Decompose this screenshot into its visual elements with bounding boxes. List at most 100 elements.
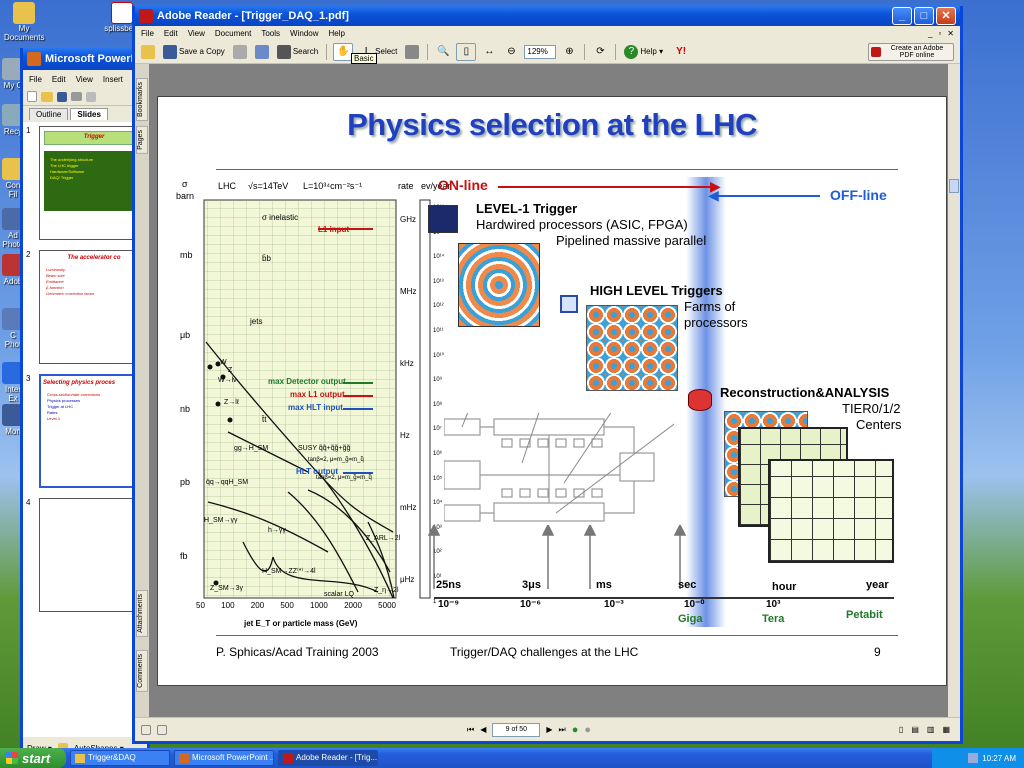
slide-thumbnail[interactable]: 2 The accelerator co Luminosity Beam siz… xyxy=(26,250,149,368)
ev-tick: 10¹² xyxy=(433,303,444,310)
previous-page-button[interactable]: ◀ xyxy=(480,725,486,734)
menu-window[interactable]: Window xyxy=(290,29,318,38)
tab-slides[interactable]: Slides xyxy=(70,108,108,120)
offline-label: OFF-line xyxy=(830,187,887,203)
minimize-button[interactable]: _ xyxy=(892,7,912,25)
zoom-in-button[interactable]: ⊕ xyxy=(560,44,578,60)
level1-line2: Pipelined massive parallel xyxy=(556,233,707,248)
page-size-icon[interactable] xyxy=(157,724,167,735)
email-button[interactable] xyxy=(253,44,271,60)
tab-bookmarks[interactable]: Bookmarks xyxy=(136,78,148,122)
yahoo-button[interactable]: Y! xyxy=(669,44,693,60)
menu-file[interactable]: File xyxy=(141,29,154,38)
menu-view[interactable]: View xyxy=(76,75,93,84)
scrollbar-thumb[interactable] xyxy=(949,179,959,193)
zoom-in-icon: 🔍 xyxy=(437,45,450,57)
level1-line1: Hardwired processors (ASIC, FPGA) xyxy=(476,217,688,232)
print-button[interactable] xyxy=(231,44,249,60)
sigma-axis-symbol: σ xyxy=(182,179,188,189)
maximize-button[interactable]: □ xyxy=(914,7,934,25)
footer-rule xyxy=(216,635,898,636)
snapshot-button[interactable] xyxy=(403,44,421,60)
next-page-button[interactable]: ▶ xyxy=(546,725,552,734)
doc-close-icon[interactable]: ✕ xyxy=(947,29,954,38)
layout-icon[interactable] xyxy=(141,724,151,735)
continuous-view-button[interactable]: ▤ xyxy=(911,725,919,734)
rotate-icon: ⟳ xyxy=(596,45,605,57)
tab-attachments[interactable]: Attachments xyxy=(136,590,148,637)
doc-minimize-icon[interactable]: _ xyxy=(928,29,932,38)
tab-comments[interactable]: Comments xyxy=(136,650,148,692)
open-button[interactable] xyxy=(139,44,157,60)
print-icon[interactable] xyxy=(71,92,82,101)
time-axis-line xyxy=(434,597,894,599)
slide-thumbnail[interactable]: 4 xyxy=(26,498,149,616)
footer-talk-title: Trigger/DAQ challenges at the LHC xyxy=(450,645,639,659)
search-button[interactable]: Search xyxy=(275,44,320,60)
powerpoint-menubar: File Edit View Insert xyxy=(23,70,147,88)
time-label-year: year xyxy=(866,579,889,591)
desktop-icon-my-documents[interactable]: My Documents xyxy=(4,2,44,42)
menu-document[interactable]: Document xyxy=(215,29,251,38)
taskbar-item-adobe-reader[interactable]: Adobe Reader - [Trig... xyxy=(278,750,378,766)
close-button[interactable]: ✕ xyxy=(936,7,956,25)
desktop-icon-label: My Documents xyxy=(4,24,45,42)
save-icon[interactable] xyxy=(57,91,67,102)
zoom-out-button[interactable]: ⊖ xyxy=(502,44,520,60)
menu-tools[interactable]: Tools xyxy=(261,29,280,38)
vertical-scrollbar[interactable] xyxy=(948,64,960,717)
level1-detector-image xyxy=(458,243,540,327)
slide-line: DAQ/ Trigger xyxy=(50,175,74,180)
taskbar-item-powerpoint[interactable]: Microsoft PowerPoint ... xyxy=(174,750,274,766)
network-icon[interactable] xyxy=(968,753,979,763)
open-icon[interactable] xyxy=(41,91,53,102)
continuous-facing-view-button[interactable]: ▦ xyxy=(942,725,950,734)
menu-file[interactable]: File xyxy=(29,75,42,84)
taskbar-item-folder[interactable]: Trigger&DAQ xyxy=(70,750,170,766)
ev-tick: 10⁷ xyxy=(433,426,442,433)
tab-pages[interactable]: Pages xyxy=(136,126,148,154)
create-pdf-button[interactable]: Create an Adobe PDF online xyxy=(868,42,954,61)
doc-restore-icon[interactable]: ▫ xyxy=(938,29,941,38)
slide-number: 2 xyxy=(26,250,31,259)
actual-size-button[interactable]: ▯ xyxy=(456,42,477,61)
adobe-reader-titlebar[interactable]: Adobe Reader - [Trigger_DAQ_1.pdf] _ □ ✕ xyxy=(135,6,960,26)
save-copy-button[interactable]: Save a Copy xyxy=(161,44,227,60)
menu-view[interactable]: View xyxy=(188,29,205,38)
clock[interactable]: 10:27 AM xyxy=(982,754,1016,763)
first-page-button[interactable]: ⏮ xyxy=(467,725,474,735)
open-folder-icon xyxy=(141,44,155,59)
lhc-label: LHC xyxy=(218,181,237,191)
go-back-button[interactable]: ● xyxy=(572,724,579,736)
help-button[interactable]: ? Help ▾ xyxy=(622,44,665,60)
menu-help[interactable]: Help xyxy=(329,29,345,38)
new-icon[interactable] xyxy=(27,91,37,102)
single-page-view-button[interactable]: ▯ xyxy=(899,725,903,734)
zoom-tool-button[interactable]: 🔍 xyxy=(434,44,452,60)
powerpoint-window[interactable]: Microsoft PowerPoint - [ File Edit View … xyxy=(20,48,150,762)
go-forward-button[interactable]: ● xyxy=(584,724,591,736)
powerpoint-icon xyxy=(27,52,41,66)
zoom-in-circle-icon: ⊕ xyxy=(565,45,574,57)
adobe-reader-window[interactable]: Adobe Reader - [Trigger_DAQ_1.pdf] _ □ ✕… xyxy=(132,6,963,744)
rotate-button[interactable]: ⟳ xyxy=(591,44,609,60)
menu-edit[interactable]: Edit xyxy=(164,29,178,38)
x-tick: 5000 xyxy=(378,601,396,610)
fit-width-button[interactable]: ↔ xyxy=(480,44,498,60)
start-button[interactable]: start xyxy=(0,748,66,768)
zoom-level-field[interactable]: 129% xyxy=(524,44,557,59)
powerpoint-titlebar[interactable]: Microsoft PowerPoint - [ xyxy=(23,48,147,70)
preview-icon[interactable] xyxy=(86,91,96,102)
slide-thumbnail[interactable]: 3 Selecting physics proces Cross-section… xyxy=(26,374,149,492)
process-label: Z_η→2l xyxy=(374,587,399,594)
slide-thumbnail[interactable]: 1 Trigger The underlying structure The L… xyxy=(26,126,149,244)
last-page-button[interactable]: ⏭ xyxy=(559,725,566,735)
menu-edit[interactable]: Edit xyxy=(52,75,66,84)
tab-outline[interactable]: Outline xyxy=(29,108,69,120)
pdf-page: Physics selection at the LHC σ barn LHC … xyxy=(157,96,947,686)
ev-tick: 10⁴ xyxy=(433,500,443,507)
help-icon: ? xyxy=(624,44,639,59)
menu-insert[interactable]: Insert xyxy=(103,75,123,84)
page-number-field[interactable]: 9 of 50 xyxy=(492,722,541,737)
facing-view-button[interactable]: ▥ xyxy=(927,725,935,734)
